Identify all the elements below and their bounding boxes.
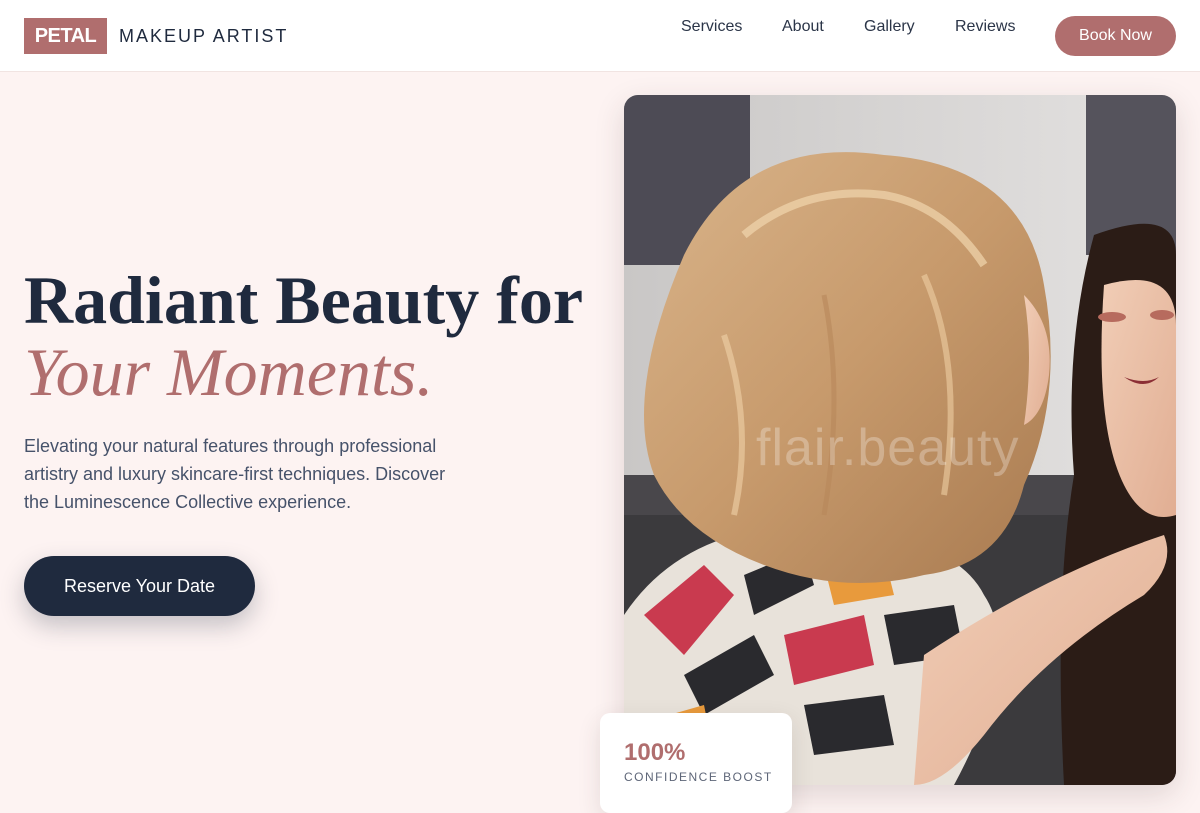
stat-value: 100% [624, 739, 686, 766]
nav-link-services[interactable]: Services [681, 18, 742, 36]
brand-tagline: MAKEUP ARTIST [119, 26, 289, 46]
book-now-button[interactable]: Book Now [1055, 16, 1176, 56]
nav-link-gallery[interactable]: Gallery [864, 18, 915, 36]
hero-title-line2: Your Moments. [24, 334, 434, 410]
site-header: PETAL MAKEUP ARTIST Services About Galle… [0, 0, 1200, 72]
stat-card: 100% CONFIDENCE BOOST [600, 713, 792, 813]
photo-watermark: flair.beauty [756, 419, 1020, 477]
nav-link-reviews[interactable]: Reviews [955, 18, 1015, 36]
nav-link-about[interactable]: About [782, 18, 824, 36]
stat-label: CONFIDENCE BOOST [624, 770, 773, 784]
logo[interactable]: PETAL [24, 18, 107, 54]
hero-description: Elevating your natural features through … [24, 436, 446, 512]
reserve-date-button[interactable]: Reserve Your Date [24, 556, 255, 616]
hero-title-line1: Radiant Beauty for [24, 262, 584, 338]
